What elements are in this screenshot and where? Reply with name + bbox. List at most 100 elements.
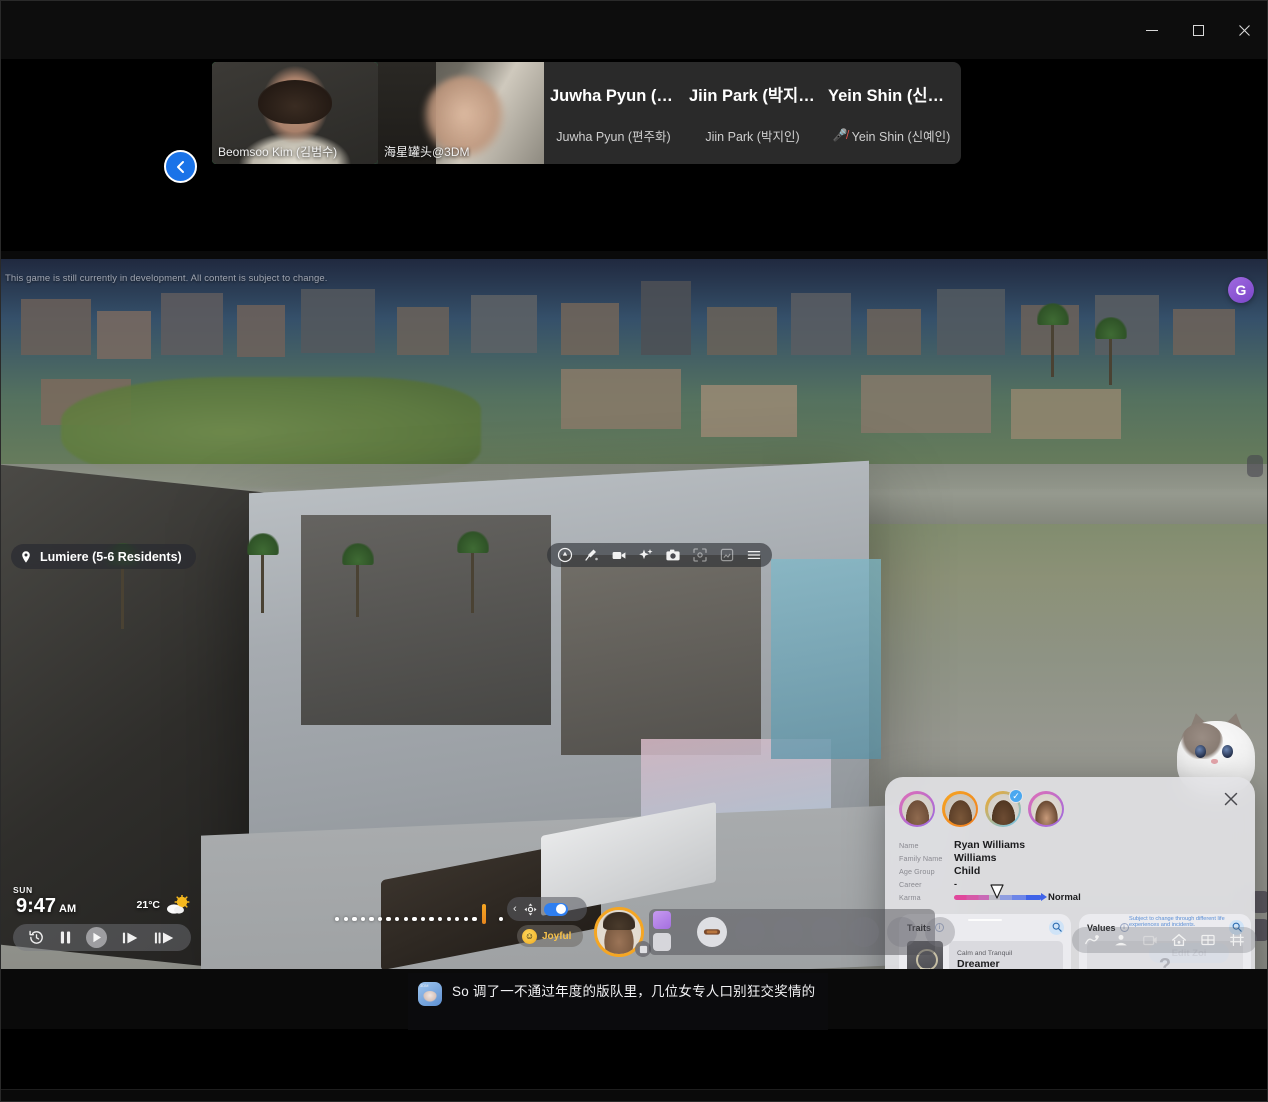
traits-search-button[interactable] <box>1049 919 1064 935</box>
needs-icon[interactable] <box>1084 932 1100 948</box>
participant-name-text: Yein Shin (신예인) <box>851 129 951 144</box>
participant-name-label: 海星罐头@3DM <box>384 144 470 159</box>
inventory-item-bar[interactable] <box>649 909 955 955</box>
zoi-avatar[interactable] <box>1028 791 1064 827</box>
inventory-slot-empty[interactable] <box>849 917 879 947</box>
info-value: - <box>954 879 957 890</box>
pause-icon[interactable] <box>59 930 72 945</box>
subtitle-text: So 调了一不通过年度的版队里，几位女专人口别狂交奖情的 <box>452 984 816 999</box>
zoi-avatar-row[interactable]: ✓ <box>899 789 1243 827</box>
clock-meridiem: AM <box>59 903 77 915</box>
participant-tile-video[interactable]: Beomsoo Kim (김범수) <box>212 62 378 164</box>
participant-name-small: 🎤̸ Yein Shin (신예인) <box>833 126 951 145</box>
info-key: Name <box>899 840 919 850</box>
participant-name-small: Juwha Pyun (편주화) <box>556 126 670 145</box>
needs-level-bar <box>482 904 486 924</box>
info-key: Career <box>899 879 922 889</box>
effects-sparkle-icon[interactable] <box>638 547 654 563</box>
previous-participants-button[interactable] <box>164 150 197 183</box>
toggle-switch[interactable] <box>543 902 568 916</box>
video-camera-icon[interactable] <box>611 547 627 563</box>
rewind-history-icon[interactable] <box>28 929 45 946</box>
game-bottom-right-toolbar[interactable] <box>1072 927 1257 953</box>
info-row-name: Name Ryan Williams <box>899 839 1243 852</box>
focus-frame-icon[interactable] <box>692 547 708 563</box>
inventory-slot-empty[interactable] <box>925 917 955 947</box>
ultra-fast-forward-icon[interactable] <box>154 931 176 945</box>
chevron-left-icon <box>176 160 184 173</box>
info-value: Williams <box>954 852 997 865</box>
inventory-slot-empty[interactable] <box>887 917 917 947</box>
inventory-slot-filled[interactable] <box>697 917 727 947</box>
participant-name-text: Jiin Park (박지인) <box>705 129 800 144</box>
clock-time: 9:47 <box>16 895 57 917</box>
relationships-icon[interactable] <box>1113 932 1129 948</box>
karma-meter: Normal <box>954 884 1081 903</box>
account-badge-icon[interactable]: G <box>1228 277 1254 303</box>
search-icon <box>1052 922 1062 932</box>
screenshot-icon[interactable] <box>719 547 735 563</box>
room-living <box>301 515 551 725</box>
quick-action-column[interactable] <box>653 911 673 953</box>
development-notice: This game is still currently in developm… <box>5 273 328 284</box>
participant-tile-label[interactable]: Juwha Pyun (편... Juwha Pyun (편주화) <box>544 62 683 164</box>
participant-name-large: Yein Shin (신예인) <box>828 86 955 105</box>
menu-hamburger-icon[interactable] <box>746 547 762 563</box>
karma-bar <box>954 884 1047 901</box>
fast-forward-icon[interactable] <box>122 931 140 945</box>
partly-sunny-icon <box>167 895 190 914</box>
room-kitchen <box>561 555 761 755</box>
note-icon <box>639 945 647 953</box>
participant-name-large: Juwha Pyun (편... <box>550 86 677 105</box>
participant-tile-label[interactable]: Yein Shin (신예인) 🎤̸ Yein Shin (신예인) <box>822 62 961 164</box>
time-controls[interactable] <box>13 924 191 951</box>
play-button[interactable] <box>86 927 108 948</box>
selected-check-icon: ✓ <box>1009 789 1023 803</box>
mood-emoji-icon: ☺ <box>522 928 537 944</box>
inventory-slot-empty[interactable] <box>773 917 803 947</box>
inventory-slot-empty[interactable] <box>811 917 841 947</box>
video-participants-strip: Beomsoo Kim (김범수) 海星罐头@3DM Juwha Pyun (편… <box>1 59 1267 251</box>
card-grabber[interactable] <box>968 918 1002 921</box>
participant-tile-label[interactable]: Jiin Park (박지인) Jiin Park (박지인) <box>683 62 822 164</box>
camera-photo-icon[interactable] <box>665 547 681 563</box>
info-key: Karma <box>899 892 921 902</box>
location-pill[interactable]: Lumiere (5-6 Residents) <box>11 544 196 569</box>
interaction-toggle-bar[interactable]: ‹ <box>507 897 587 921</box>
location-pin-icon <box>22 550 30 563</box>
quick-action-white-icon[interactable] <box>653 933 671 951</box>
time-weather-hud[interactable]: SUN 9:47 AM 21°C <box>13 885 191 951</box>
side-notification[interactable] <box>1247 455 1263 477</box>
inventory-icon[interactable] <box>1200 932 1216 948</box>
inventory-slot-empty[interactable] <box>735 917 765 947</box>
quick-action-purple-icon[interactable] <box>653 911 671 929</box>
zoi-avatar[interactable] <box>899 791 935 827</box>
zoi-avatar[interactable] <box>942 791 978 827</box>
edit-path-icon[interactable] <box>584 547 600 563</box>
karma-marker-icon <box>990 884 1004 899</box>
participant-tile-video[interactable]: 海星罐头@3DM <box>378 62 544 164</box>
close-button[interactable] <box>1221 13 1267 47</box>
play-icon <box>93 932 101 943</box>
multi-control-icon[interactable] <box>523 902 538 917</box>
build-mode-icon[interactable] <box>557 547 573 563</box>
room-bathroom <box>771 559 881 759</box>
chevron-left-icon[interactable]: ‹ <box>513 903 517 915</box>
mood-status-pill[interactable]: ☺ Joyful <box>517 925 584 947</box>
close-panel-icon[interactable] <box>1223 791 1239 807</box>
participant-name-small: Jiin Park (박지인) <box>705 126 799 145</box>
window-titlebar <box>1 1 1267 59</box>
game-top-toolbar[interactable] <box>547 543 772 567</box>
window-bottom-edge <box>1 1089 1267 1101</box>
social-icon[interactable] <box>1229 932 1245 948</box>
info-value: Ryan Williams <box>954 839 1026 852</box>
home-icon[interactable] <box>1171 932 1187 948</box>
info-key: Age Group <box>899 866 935 876</box>
maximize-button[interactable] <box>1175 13 1221 47</box>
zoi-avatar-selected[interactable]: ✓ <box>985 789 1023 827</box>
clock-display: 9:47 AM <box>13 895 76 918</box>
minimize-button[interactable] <box>1129 13 1175 47</box>
career-icon[interactable] <box>1142 932 1158 948</box>
mood-label: Joyful <box>542 930 572 942</box>
game-viewport[interactable]: This game is still currently in developm… <box>1 259 1267 969</box>
